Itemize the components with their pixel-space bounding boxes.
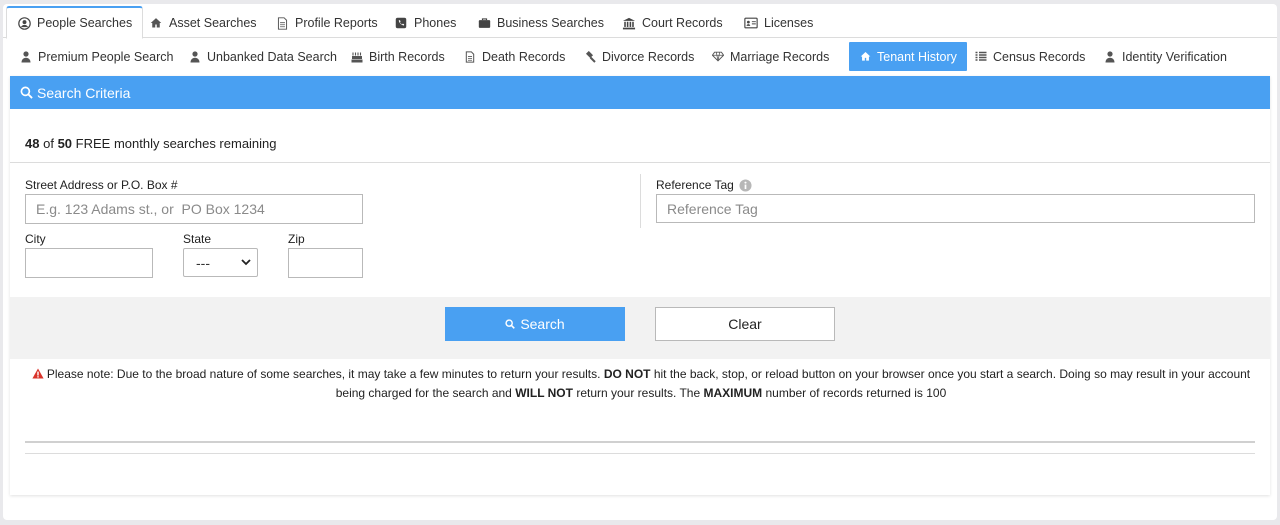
user-icon	[20, 50, 32, 63]
subtab-marriage-records[interactable]: Marriage Records	[712, 42, 829, 71]
card-title: Search Criteria	[37, 84, 131, 101]
user-icon	[1104, 50, 1116, 63]
search-button[interactable]: Search	[445, 307, 625, 341]
user-icon	[189, 50, 201, 63]
zip-label: Zip	[288, 232, 305, 246]
chevron-down-icon	[241, 259, 251, 266]
tab-label: Phones	[414, 16, 457, 30]
search-button-label: Search	[520, 316, 565, 332]
tab-label: Profile Reports	[295, 16, 378, 30]
tab-court-records[interactable]: Court Records	[622, 8, 723, 38]
search-note: Please note: Due to the broad nature of …	[30, 365, 1252, 402]
subtab-census-records[interactable]: Census Records	[975, 42, 1085, 71]
state-label: State	[183, 232, 212, 246]
subtab-label: Identity Verification	[1122, 49, 1227, 64]
reference-label-wrap: Reference Tag	[656, 178, 752, 192]
card-header: Search Criteria	[10, 76, 1270, 109]
diamond-icon	[712, 51, 724, 63]
search-icon	[505, 319, 516, 329]
subtab-identity-verification[interactable]: Identity Verification	[1104, 42, 1227, 71]
tab-label: Licenses	[764, 16, 814, 30]
vertical-divider	[640, 174, 641, 228]
subtab-premium-people-search[interactable]: Premium People Search	[20, 42, 173, 71]
searches-total: 50	[57, 136, 73, 151]
tab-phones[interactable]: Phones	[394, 8, 456, 38]
app-frame: People Searches Asset Searches Profile R…	[3, 4, 1277, 520]
document-icon	[275, 16, 289, 30]
clear-button[interactable]: Clear	[655, 307, 835, 341]
subtab-divorce-records[interactable]: Divorce Records	[584, 42, 694, 71]
sub-tabs: Premium People Search Unbanked Data Sear…	[3, 40, 1277, 74]
home-icon	[149, 16, 163, 30]
info-icon[interactable]	[739, 178, 752, 192]
gavel-icon	[584, 50, 596, 63]
subtab-label: Unbanked Data Search	[207, 49, 337, 64]
subtab-label: Divorce Records	[602, 49, 695, 64]
city-label: City	[25, 232, 46, 246]
subtab-unbanked-data-search[interactable]: Unbanked Data Search	[189, 42, 337, 71]
results-divider-secondary	[25, 453, 1255, 454]
city-input[interactable]	[25, 248, 153, 278]
state-selected-value: ---	[196, 254, 210, 271]
subtab-label: Death Records	[482, 49, 566, 64]
courthouse-icon	[622, 16, 636, 30]
searches-remaining: 48 of 50 FREE monthly searches remaining	[25, 136, 277, 151]
document-icon	[464, 50, 476, 63]
list-icon	[975, 51, 987, 63]
cake-icon	[351, 51, 363, 63]
user-circle-icon	[17, 16, 31, 30]
reference-tag-input[interactable]	[656, 194, 1255, 223]
phone-icon	[394, 16, 408, 30]
search-criteria-card: Search Criteria 48 of 50 FREE monthly se…	[10, 76, 1270, 495]
state-select[interactable]: ---	[183, 248, 258, 277]
subtab-label: Marriage Records	[730, 49, 830, 64]
subtab-death-records[interactable]: Death Records	[464, 42, 565, 71]
subtab-label: Birth Records	[369, 49, 445, 64]
tab-business-searches[interactable]: Business Searches	[477, 8, 604, 38]
subtab-label: Premium People Search	[38, 49, 174, 64]
reference-label: Reference Tag	[656, 178, 734, 192]
warning-icon	[32, 366, 44, 384]
top-tabs: People Searches Asset Searches Profile R…	[3, 4, 1277, 39]
id-card-icon	[744, 16, 758, 30]
tab-profile-reports[interactable]: Profile Reports	[275, 8, 378, 38]
tab-label: Business Searches	[497, 16, 605, 30]
searches-used: 48	[25, 136, 40, 151]
search-icon	[20, 86, 33, 99]
tab-licenses[interactable]: Licenses	[744, 8, 813, 38]
divider	[10, 162, 1270, 163]
subtab-birth-records[interactable]: Birth Records	[351, 42, 445, 71]
tab-people-searches[interactable]: People Searches	[6, 6, 144, 39]
tab-label: People Searches	[37, 16, 133, 30]
tab-label: Court Records	[642, 16, 723, 30]
results-divider	[25, 441, 1255, 443]
subtab-label: Tenant History	[877, 49, 957, 64]
home-icon	[859, 51, 871, 63]
tab-asset-searches[interactable]: Asset Searches	[149, 8, 257, 38]
street-input[interactable]	[25, 194, 363, 224]
subtab-label: Census Records	[993, 49, 1086, 64]
subtab-tenant-history[interactable]: Tenant History	[849, 42, 967, 71]
briefcase-icon	[477, 16, 491, 30]
street-label: Street Address or P.O. Box #	[25, 178, 178, 192]
button-bar: Search Clear	[10, 297, 1270, 359]
tab-label: Asset Searches	[169, 16, 257, 30]
zip-input[interactable]	[288, 248, 363, 278]
